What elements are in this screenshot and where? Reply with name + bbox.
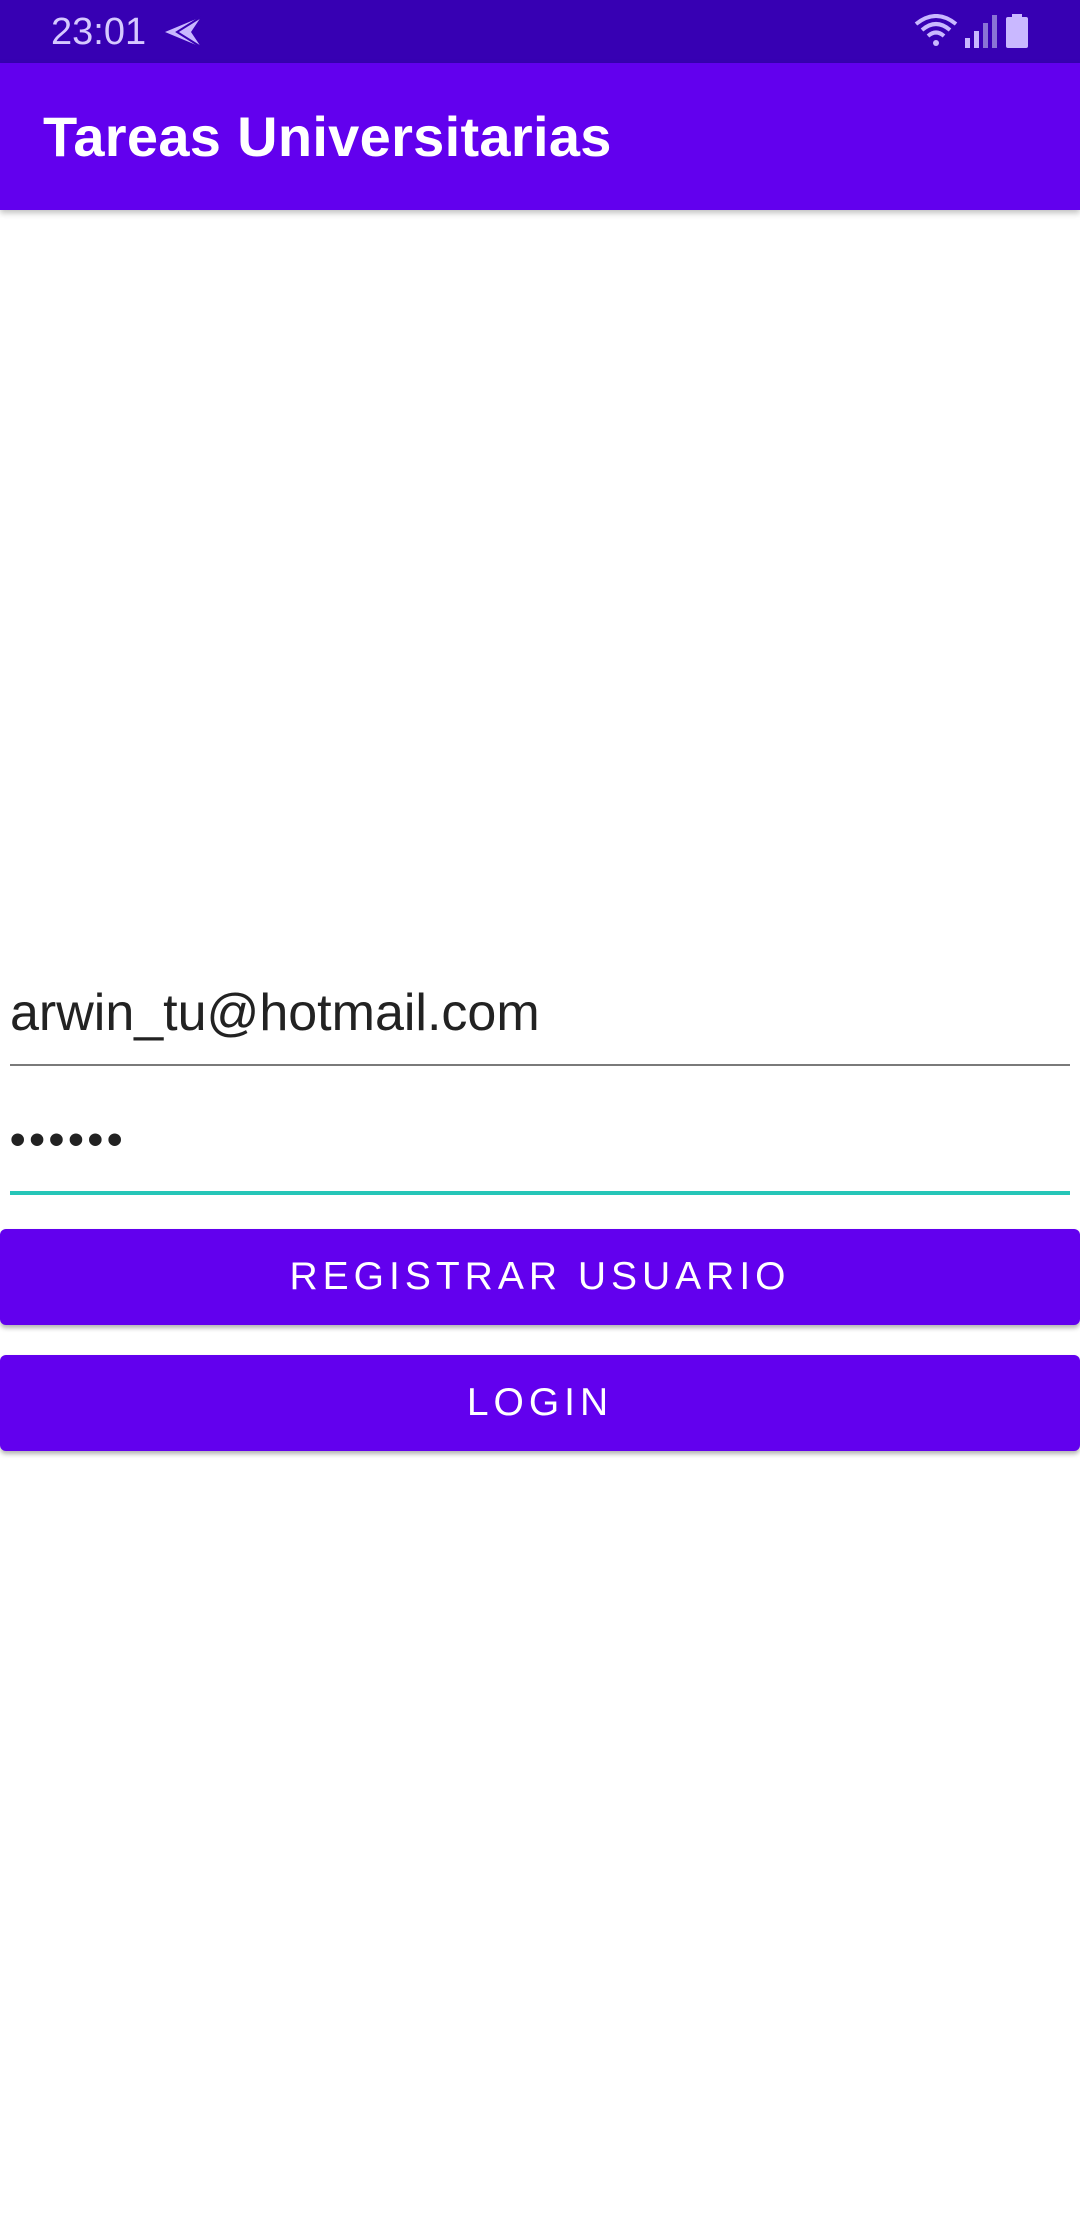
email-field-container [10, 968, 1070, 1068]
password-field-container [10, 1095, 1070, 1195]
email-field[interactable] [10, 968, 1070, 1058]
signal-icon [965, 15, 997, 48]
navigation-send-icon [165, 16, 202, 48]
wifi-icon [914, 14, 958, 46]
battery-icon [1006, 14, 1028, 48]
password-underline [10, 1191, 1070, 1195]
app-bar: Tareas Universitarias [0, 63, 1080, 210]
status-bar: 23:01 [0, 0, 1080, 63]
app-title: Tareas Universitarias [43, 105, 612, 168]
password-field[interactable] [10, 1095, 1070, 1185]
register-user-button[interactable]: REGISTRAR USUARIO [0, 1229, 1080, 1325]
status-time: 23:01 [51, 11, 147, 53]
login-button[interactable]: LOGIN [0, 1355, 1080, 1451]
email-underline [10, 1064, 1070, 1066]
